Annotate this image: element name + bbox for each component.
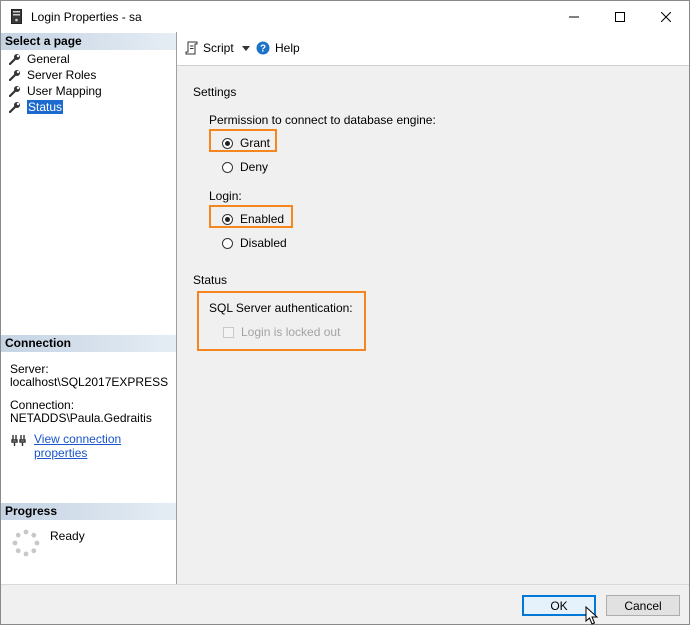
grant-radio-button[interactable] (222, 137, 233, 149)
connection-value: NETADDS\Paula.Gedraitis (10, 411, 152, 425)
page-item-label: Server Roles (27, 68, 97, 82)
settings-header: Settings (193, 85, 237, 99)
locked-out-checkbox-box (223, 326, 234, 338)
close-icon (661, 11, 671, 22)
database-server-icon (11, 9, 22, 24)
maximize-button[interactable] (597, 1, 643, 32)
page-item-server-roles[interactable]: Server Roles (9, 67, 96, 83)
status-page-content: Settings Permission to connect to databa… (177, 66, 689, 584)
minimize-icon (569, 16, 579, 17)
wrench-icon (9, 70, 20, 81)
help-icon: ? (256, 41, 270, 55)
chevron-down-icon (241, 45, 250, 51)
page-item-label: Status (27, 100, 64, 114)
left-panel: Select a page General Server Roles User … (1, 32, 177, 584)
sql-auth-label: SQL Server authentication: (209, 301, 353, 315)
locked-out-checkbox: Login is locked out (223, 325, 340, 339)
page-item-label: General (27, 52, 70, 66)
disabled-radio[interactable]: Disabled (222, 236, 287, 250)
page-item-general[interactable]: General (9, 51, 70, 67)
server-value: localhost\SQL2017EXPRESS (10, 375, 169, 389)
connection-properties-icon (11, 435, 26, 446)
deny-radio[interactable]: Deny (222, 160, 268, 174)
maximize-icon (615, 11, 625, 22)
disabled-radio-button[interactable] (222, 237, 233, 249)
title-bar[interactable]: Login Properties - sa (1, 1, 689, 32)
enabled-radio-button[interactable] (222, 213, 233, 225)
cancel-button[interactable]: Cancel (606, 595, 680, 616)
deny-radio-button[interactable] (222, 161, 233, 173)
progress-spinner-icon (12, 529, 40, 557)
login-properties-dialog: Login Properties - sa Select a page Gene… (0, 0, 690, 625)
disabled-label: Disabled (240, 236, 287, 250)
script-label: Script (203, 41, 234, 55)
locked-out-label: Login is locked out (241, 325, 341, 339)
connection-header: Connection (1, 335, 176, 352)
wrench-icon (9, 102, 20, 113)
page-item-status[interactable]: Status (9, 99, 64, 115)
toolbar: Script ? Help (177, 32, 689, 66)
grant-radio[interactable]: Grant (222, 136, 270, 150)
window-title: Login Properties - sa (31, 10, 142, 24)
page-item-label: User Mapping (27, 84, 102, 98)
wrench-icon (9, 86, 20, 97)
script-icon (185, 41, 198, 55)
server-label: Server: (10, 362, 49, 376)
enabled-label: Enabled (240, 212, 285, 226)
mouse-cursor-icon (585, 606, 599, 625)
close-button[interactable] (643, 1, 689, 32)
status-header: Status (193, 273, 228, 287)
connection-label: Connection: (10, 398, 75, 412)
permission-label: Permission to connect to database engine… (209, 113, 436, 127)
view-connection-properties-link[interactable]: View connection properties (34, 432, 176, 460)
progress-status: Ready (50, 529, 85, 543)
authentication-highlight (197, 291, 366, 351)
deny-label: Deny (240, 160, 269, 174)
grant-label: Grant (240, 136, 271, 150)
help-button[interactable]: ? Help (256, 41, 300, 55)
wrench-icon (9, 54, 20, 65)
minimize-button[interactable] (551, 1, 597, 32)
page-item-user-mapping[interactable]: User Mapping (9, 83, 102, 99)
svg-text:?: ? (260, 44, 266, 55)
script-button[interactable]: Script (185, 41, 250, 55)
help-label: Help (275, 41, 300, 55)
enabled-radio[interactable]: Enabled (222, 212, 284, 226)
progress-header: Progress (1, 503, 176, 520)
login-label: Login: (209, 189, 242, 203)
select-page-header: Select a page (1, 33, 176, 50)
